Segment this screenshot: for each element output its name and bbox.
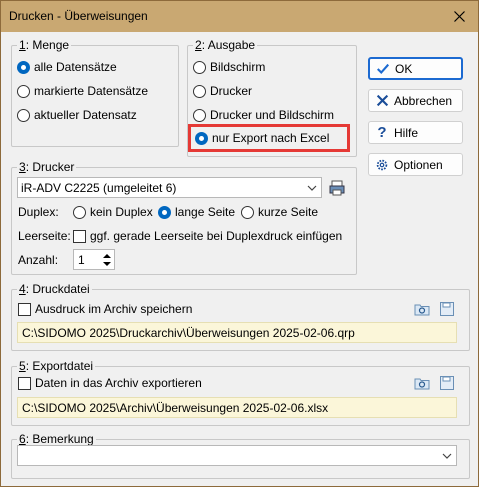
radio-drucker[interactable]: Drucker: [193, 83, 252, 99]
anzahl-value: 1: [78, 253, 85, 267]
radio-dot: [73, 205, 86, 219]
radio-dot: [17, 84, 30, 98]
cancel-button[interactable]: Abbrechen: [368, 89, 463, 112]
printer-value: iR-ADV C2225 (umgeleitet 6): [21, 180, 177, 195]
ausgabe-legend: 2: Ausgabe: [195, 38, 256, 52]
radio-kein-duplex[interactable]: kein Duplex: [73, 204, 153, 220]
radio-label: Drucker: [210, 84, 253, 98]
radio-dot: [17, 108, 30, 122]
spin-arrows-icon[interactable]: [102, 252, 112, 268]
radio-lange-seite[interactable]: lange Seite: [158, 204, 235, 220]
radio-dot: [193, 84, 206, 98]
radio-label: kurze Seite: [258, 205, 319, 219]
radio-label: markierte Datensätze: [34, 84, 149, 98]
save-icon: [440, 376, 454, 390]
radio-label: aktueller Datensatz: [34, 108, 137, 122]
checkbox-box: [18, 302, 31, 316]
radio-aktueller-datensatz[interactable]: aktueller Datensatz: [17, 107, 137, 123]
chevron-down-icon: [307, 185, 317, 191]
help-button[interactable]: ? Hilfe: [368, 121, 463, 144]
checkbox-label: Ausdruck im Archiv speichern: [35, 302, 193, 316]
options-label: Optionen: [394, 157, 443, 172]
anzahl-spinner[interactable]: 1: [73, 249, 115, 270]
radio-label: Drucker und Bildschirm: [210, 108, 335, 122]
radio-dot: [193, 108, 206, 122]
druckdatei-path-field[interactable]: C:\SIDOMO 2025\Druckarchiv\Überweisungen…: [17, 322, 457, 343]
gear-icon: [374, 157, 390, 173]
question-mark-icon: ?: [377, 124, 387, 141]
exportdatei-path: C:\SIDOMO 2025\Archiv\Überweisungen 2025…: [22, 400, 329, 415]
radio-label: nur Export nach Excel: [212, 131, 330, 145]
chevron-down-icon: [442, 453, 452, 459]
anzahl-label: Anzahl:: [18, 253, 59, 267]
radio-markierte-datensaetze[interactable]: markierte Datensätze: [17, 83, 148, 99]
checkmark-icon: [375, 61, 391, 77]
radio-alle-datensaetze[interactable]: alle Datensätze: [17, 59, 117, 75]
save-icon: [440, 302, 454, 316]
archive-export-checkbox[interactable]: Daten in das Archiv exportieren: [18, 375, 202, 391]
printer-icon: [329, 180, 345, 196]
cross-icon: [374, 93, 390, 109]
ok-button[interactable]: OK: [368, 57, 463, 80]
drucker-legend: 3: Drucker: [19, 160, 75, 174]
duplex-label: Duplex:: [18, 205, 59, 219]
radio-label: lange Seite: [175, 205, 236, 219]
bemerkung-combobox[interactable]: [17, 445, 457, 466]
radio-dot: [241, 205, 254, 219]
checkbox-box: [73, 229, 86, 243]
radio-label: Bildschirm: [210, 60, 266, 74]
radio-label: alle Datensätze: [34, 60, 117, 74]
radio-kurze-seite[interactable]: kurze Seite: [241, 204, 318, 220]
radio-dot: [17, 60, 30, 74]
checkbox-label: Daten in das Archiv exportieren: [35, 376, 202, 390]
checkbox-box: [18, 376, 31, 390]
radio-drucker-und-bildschirm[interactable]: Drucker und Bildschirm: [193, 107, 334, 123]
print-dialog: Drucken - Überweisungen 1: Menge alle Da…: [0, 0, 479, 487]
checkbox-label: ggf. gerade Leerseite bei Duplexdruck ei…: [90, 229, 343, 243]
druckdatei-legend: 4: Druckdatei: [19, 282, 90, 296]
radio-nur-export-excel[interactable]: nur Export nach Excel: [195, 130, 329, 146]
close-button[interactable]: [440, 1, 478, 32]
exportdatei-legend: 5: Exportdatei: [19, 359, 94, 373]
bemerkung-legend: 6: Bemerkung: [19, 432, 94, 446]
radio-dot: [195, 131, 208, 145]
radio-dot: [193, 60, 206, 74]
druckdatei-path: C:\SIDOMO 2025\Druckarchiv\Überweisungen…: [22, 325, 355, 340]
close-icon: [453, 11, 465, 22]
archive-print-checkbox[interactable]: Ausdruck im Archiv speichern: [18, 301, 192, 317]
save-exportdatei-button[interactable]: [438, 374, 456, 392]
leerseite-label: Leerseite:: [18, 229, 71, 243]
title-bar[interactable]: Drucken - Überweisungen: [1, 1, 478, 32]
cancel-label: Abbrechen: [394, 93, 453, 108]
options-button[interactable]: Optionen: [368, 153, 463, 176]
printer-select[interactable]: iR-ADV C2225 (umgeleitet 6): [17, 177, 322, 198]
radio-bildschirm[interactable]: Bildschirm: [193, 59, 265, 75]
help-label: Hilfe: [394, 125, 419, 140]
ok-label: OK: [395, 61, 413, 76]
exportdatei-path-field[interactable]: C:\SIDOMO 2025\Archiv\Überweisungen 2025…: [17, 397, 457, 418]
window-title: Drucken - Überweisungen: [9, 9, 148, 23]
folder-search-icon: [414, 378, 430, 390]
browse-exportdatei-button[interactable]: [413, 374, 431, 392]
radio-dot: [158, 205, 171, 219]
menge-legend: 1: Menge: [19, 38, 70, 52]
printer-settings-button[interactable]: [328, 179, 346, 197]
save-druckdatei-button[interactable]: [438, 300, 456, 318]
leerseite-checkbox[interactable]: ggf. gerade Leerseite bei Duplexdruck ei…: [73, 228, 342, 244]
folder-search-icon: [414, 304, 430, 316]
browse-druckdatei-button[interactable]: [413, 300, 431, 318]
radio-label: kein Duplex: [90, 205, 153, 219]
